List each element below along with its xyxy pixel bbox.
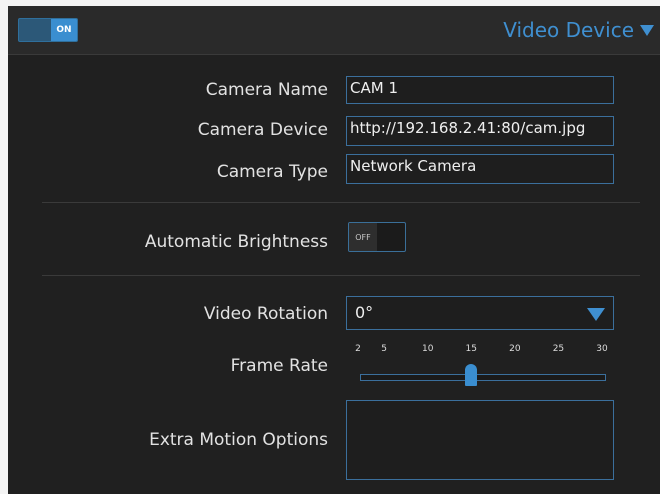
automatic-brightness-toggle[interactable]: OFF (348, 222, 406, 252)
camera-device-input[interactable]: http://192.168.2.41:80/cam.jpg (346, 116, 614, 146)
camera-type-label: Camera Type (216, 162, 328, 182)
frame-rate-tick-label: 20 (509, 344, 521, 354)
panel-header: ON Video Device (8, 6, 660, 55)
automatic-brightness-label: Automatic Brightness (144, 232, 328, 252)
frame-rate-tick-label: 2 (355, 344, 361, 354)
camera-name-label: Camera Name (205, 80, 328, 100)
frame-rate-tick-label: 30 (596, 344, 608, 354)
section-divider (42, 275, 640, 276)
power-toggle[interactable]: ON (18, 18, 78, 42)
frame-rate-tick-label: 25 (552, 344, 565, 354)
section-divider (42, 202, 640, 203)
video-rotation-label: Video Rotation (203, 304, 328, 324)
frame-rate-slider-track[interactable] (360, 374, 606, 381)
camera-type-input[interactable]: Network Camera (346, 154, 614, 184)
caret-down-icon (640, 24, 654, 36)
power-toggle-label: ON (51, 19, 77, 41)
video-device-menu[interactable]: Video Device (503, 17, 654, 43)
extra-motion-options-textarea[interactable] (346, 400, 614, 480)
automatic-brightness-toggle-label: OFF (349, 223, 377, 251)
frame-rate-tick-label: 10 (421, 344, 434, 354)
extra-motion-options-label: Extra Motion Options (149, 430, 328, 450)
dropdown-triangle-icon (587, 308, 605, 321)
camera-name-input[interactable]: CAM 1 (346, 76, 614, 104)
frame-rate-label: Frame Rate (230, 356, 328, 376)
camera-device-label: Camera Device (197, 120, 328, 140)
frame-rate-tick-label: 5 (381, 344, 388, 354)
video-device-menu-label: Video Device (503, 18, 634, 42)
video-rotation-value: 0° (355, 303, 374, 322)
frame-rate-tick-label: 15 (465, 344, 478, 354)
video-device-settings-panel: ON Video Device Camera Name CAM 1 Camera… (8, 6, 660, 494)
frame-rate-slider-thumb[interactable] (465, 364, 478, 386)
video-rotation-select[interactable]: 0° (346, 296, 614, 330)
